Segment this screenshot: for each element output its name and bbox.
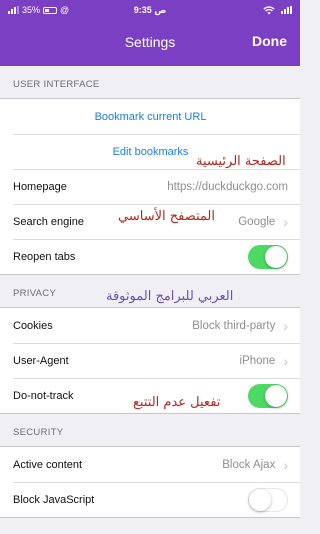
- section-header-user-interface: USER INTERFACE: [13, 79, 100, 90]
- search-engine-annotation: المتصفح الأساسي: [118, 209, 215, 224]
- active-content-value: Block Ajax: [222, 458, 276, 471]
- do-not-track-toggle[interactable]: [248, 383, 288, 408]
- user-agent-value: iPhone: [239, 354, 276, 367]
- reopen-tabs-row: Reopen tabs: [0, 239, 300, 274]
- group-user-interface: Bookmark current URL Edit bookmarks Home…: [0, 98, 300, 275]
- status-right: [182, 5, 292, 15]
- at-icon: @: [60, 5, 70, 15]
- user-agent-label: User-Agent: [13, 354, 69, 367]
- active-content-label: Active content: [13, 458, 83, 471]
- active-content-row[interactable]: Active content Block Ajax ›: [0, 447, 300, 482]
- section-header-security: SECURITY: [13, 427, 64, 438]
- cookies-row[interactable]: Cookies Block third-party ›: [0, 308, 300, 343]
- battery-icon: [43, 6, 58, 14]
- block-javascript-row: Block JavaScript: [0, 482, 300, 517]
- cookies-value: Block third-party: [192, 319, 276, 332]
- navigation-bar: Settings Done: [0, 20, 300, 66]
- status-bar: 35% @ 9:35 ص: [0, 0, 300, 20]
- homepage-row[interactable]: Homepage https://duckduckgo.com: [0, 169, 300, 204]
- done-button[interactable]: Done: [252, 33, 287, 49]
- cookies-label: Cookies: [13, 319, 53, 332]
- search-engine-value: Google: [238, 215, 276, 228]
- wifi-icon: [263, 5, 275, 14]
- status-left: 35% @: [8, 5, 118, 15]
- user-agent-row[interactable]: User-Agent iPhone ›: [0, 343, 300, 378]
- do-not-track-annotation: تفعيل عدم التتبع: [133, 395, 221, 410]
- signal-icon: [8, 6, 19, 14]
- block-javascript-label: Block JavaScript: [13, 493, 95, 506]
- reopen-tabs-label: Reopen tabs: [13, 250, 76, 263]
- homepage-annotation: الصفحة الرئيسية: [196, 154, 286, 169]
- homepage-value[interactable]: https://duckduckgo.com: [167, 181, 288, 193]
- group-security: Active content Block Ajax › Block JavaSc…: [0, 446, 300, 518]
- bookmark-current-url-button[interactable]: Bookmark current URL: [0, 99, 300, 134]
- clock: 9:35 ص: [133, 4, 167, 15]
- reopen-tabs-toggle[interactable]: [248, 244, 288, 269]
- homepage-label: Homepage: [13, 180, 67, 193]
- chevron-right-icon: ›: [283, 352, 288, 369]
- chevron-right-icon: ›: [283, 317, 288, 334]
- block-javascript-toggle[interactable]: [248, 487, 288, 512]
- watermark-text: العربي للبرامج الموثوقة: [106, 289, 234, 304]
- battery-percent: 35%: [22, 5, 41, 15]
- chevron-right-icon: ›: [283, 456, 288, 473]
- chevron-right-icon: ›: [283, 213, 288, 230]
- cell-signal-icon: [281, 6, 292, 14]
